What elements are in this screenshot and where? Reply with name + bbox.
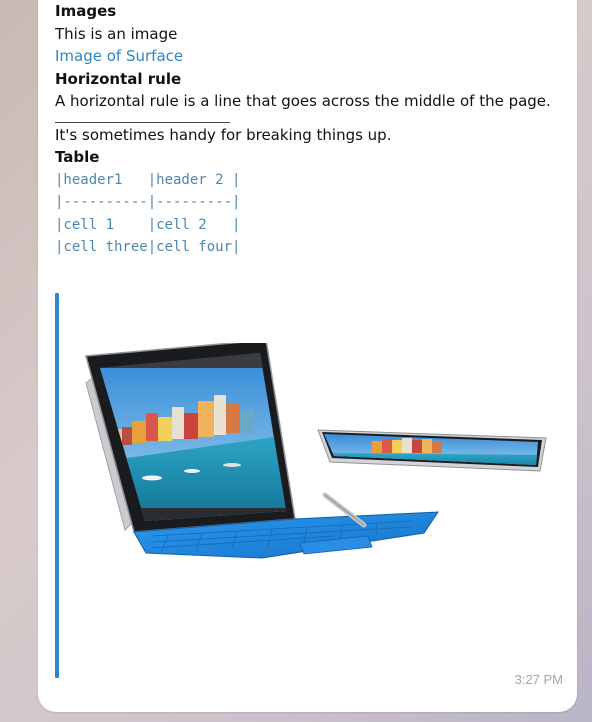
breaking-text: It's sometimes handy for breaking things… [55,125,392,144]
heading-table: Table [55,148,100,166]
message-bubble: Images This is an image Image of Surface… [38,0,577,712]
code-table: |header1 |header 2 | |----------|-------… [55,169,567,259]
table-line: |header1 |header 2 | [55,171,241,188]
table-line: |cell 1 |cell 2 | [55,216,241,233]
heading-images: Images [55,2,117,20]
horizontal-rule [55,121,230,123]
image-description-text: This is an image [55,24,178,43]
surface-illustration [85,339,547,559]
message-content: Images This is an image Image of Surface… [55,0,567,259]
surface-image[interactable] [72,339,557,608]
blockquote-bar [55,293,59,678]
table-line: |----------|---------| [55,194,241,210]
table-line: |cell three|cell four| [55,239,241,255]
heading-horizontal-rule: Horizontal rule [55,69,182,88]
horizontal-rule-description: A horizontal rule is a line that goes ac… [55,92,551,110]
image-link[interactable]: Image of Surface [55,45,567,68]
message-timestamp: 3:27 PM [514,672,563,687]
